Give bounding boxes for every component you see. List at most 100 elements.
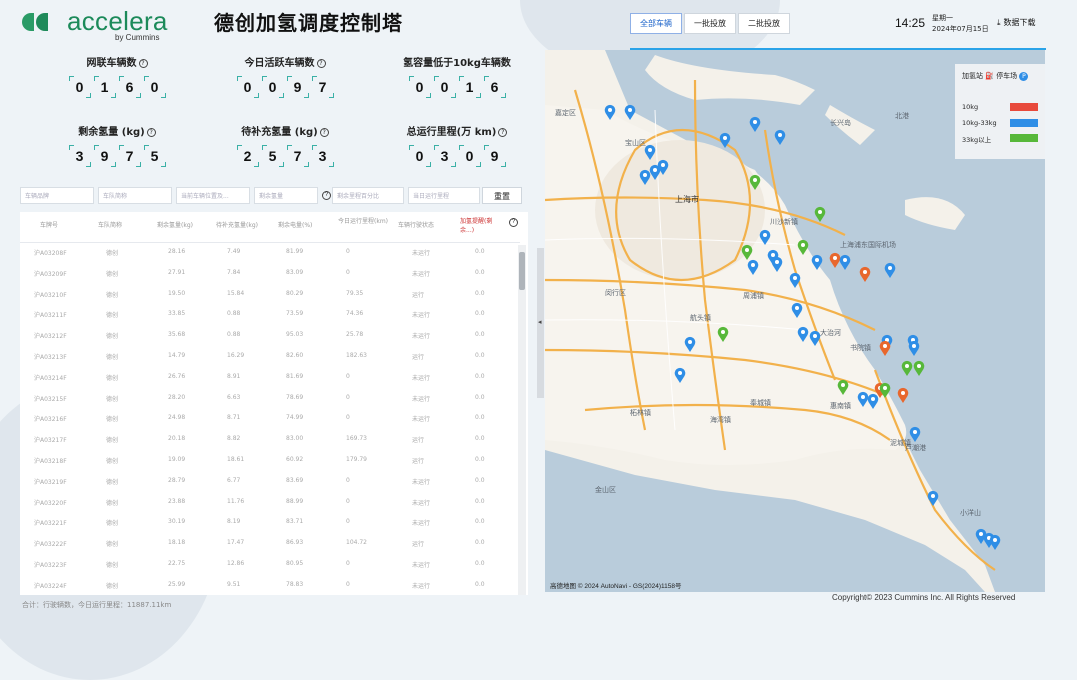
table-scroll-track[interactable]	[518, 245, 526, 595]
table-header: 车牌号 车队简称 剩余氢量(kg) 待补充氢量(kg) 剩余电量(%) 今日运行…	[20, 212, 520, 243]
table-row[interactable]: 沪A03223F 德创 22.75 12.86 80.95 0 未运行 0.0	[20, 555, 520, 576]
info-icon[interactable]: ?	[138, 58, 148, 68]
tab-all-vehicles[interactable]: 全部车辆	[630, 13, 682, 34]
table-cell: 7.84	[227, 268, 241, 276]
table-cell: 未运行	[412, 333, 431, 341]
collapse-arrow-icon[interactable]: ◂	[538, 318, 542, 326]
table-row[interactable]: 沪A03210F 德创 19.50 15.84 80.29 79.35 运行 0.0	[20, 285, 520, 306]
legend-station-label[interactable]: 加氢站	[962, 72, 983, 80]
table-cell: 17.47	[227, 539, 245, 547]
column-header[interactable]: 待补充氢量(kg)	[216, 220, 258, 229]
table-cell: 未运行	[412, 395, 431, 403]
table-row[interactable]: 沪A03215F 德创 28.20 6.63 78.69 0 未运行 0.0	[20, 389, 520, 410]
table-cell: 沪A03219F	[34, 478, 67, 486]
table-cell: 23.88	[168, 497, 186, 505]
digit: 1	[458, 76, 481, 98]
table-cell: 运行	[412, 291, 425, 299]
kpi-digits: 0 0 1 6	[382, 76, 532, 98]
filter-daily-mileage[interactable]: 当日运行里程	[408, 187, 480, 204]
legend-parking-label[interactable]: 停车场	[996, 72, 1017, 80]
table-cell: 0	[346, 414, 350, 422]
column-header[interactable]: 车队简称	[98, 220, 122, 229]
filter-vehicle-location[interactable]: 当前车辆位置及...	[176, 187, 250, 204]
table-cell: 16.29	[227, 351, 245, 359]
table-cell: 74.36	[346, 310, 364, 318]
table-cell: 0	[346, 476, 350, 484]
filter-remaining-mileage-percent[interactable]: 剩余里程百分比	[332, 187, 404, 204]
map-label: 大治河	[820, 328, 841, 337]
filter-fleet-name[interactable]: 车队简称	[98, 187, 172, 204]
table-cell: 0	[346, 268, 350, 276]
table-cell: 18.61	[227, 455, 245, 463]
table-row[interactable]: 沪A03214F 德创 26.76 8.91 81.69 0 未运行 0.0	[20, 368, 520, 389]
column-header[interactable]: 车牌号	[40, 220, 58, 229]
digit: 5	[143, 145, 166, 167]
table-cell: 0.0	[475, 559, 485, 567]
kpi-digits: 0 3 0 9	[382, 145, 532, 167]
kpi-remaining-hydrogen: 剩余氢量 (kg)? 3 9 7 5	[42, 123, 192, 183]
table-row[interactable]: 沪A03224F 德创 25.99 9.51 78.83 0 未运行 0.0	[20, 576, 520, 595]
digit: 1	[93, 76, 116, 98]
tab-first-batch[interactable]: 一批投放	[684, 13, 736, 34]
table-row[interactable]: 沪A03219F 德创 28.79 6.77 83.69 0 未运行 0.0	[20, 472, 520, 493]
table-row[interactable]: 沪A03208F 德创 28.16 7.49 81.99 0 未运行 0.0	[20, 243, 520, 264]
kpi-label: 今日活跃车辆数	[244, 58, 315, 69]
table-cell: 0.0	[475, 248, 485, 255]
table-row[interactable]: 沪A03222F 德创 18.18 17.47 86.93 104.72 运行 0.0	[20, 534, 520, 555]
table-row[interactable]: 沪A03218F 德创 19.09 18.61 60.92 179.79 运行 0.0	[20, 451, 520, 472]
table-cell: 未运行	[412, 374, 431, 382]
column-header[interactable]: 今日运行里程(km)	[338, 216, 388, 225]
table-cell: 0	[346, 248, 350, 255]
info-icon[interactable]: ?	[319, 127, 329, 137]
column-header[interactable]: 加氢提醒(剩余...)	[460, 216, 506, 234]
column-header[interactable]: 剩余氢量(kg)	[157, 220, 193, 229]
column-header[interactable]: 剩余电量(%)	[278, 220, 312, 229]
table-cell: 28.16	[168, 248, 186, 255]
digit: 3	[433, 145, 456, 167]
vehicle-table: 车牌号 车队简称 剩余氢量(kg) 待补充氢量(kg) 剩余电量(%) 今日运行…	[20, 212, 528, 595]
digit: 5	[261, 145, 284, 167]
table-row[interactable]: 沪A03221F 德创 30.19 8.19 83.71 0 未运行 0.0	[20, 513, 520, 534]
legend-toggles: 加氢站 ⛽ 停车场 P	[962, 71, 1029, 81]
filter-vehicle-brand[interactable]: 车辆品牌	[20, 187, 94, 204]
table-row[interactable]: 沪A03217F 德创 20.18 8.82 83.00 169.73 运行 0.0	[20, 430, 520, 451]
table-cell: 0.0	[475, 518, 485, 526]
table-cell: 179.79	[346, 455, 367, 463]
kpi-digits: 2 5 7 3	[210, 145, 360, 167]
column-header[interactable]: 车辆行驶状态	[398, 220, 434, 229]
accelera-logo: accelera by Cummins	[20, 6, 185, 42]
clock-time: 14:25	[895, 16, 926, 30]
table-cell: 74.99	[286, 414, 304, 422]
table-row[interactable]: 沪A03212F 德创 35.68 0.88 95.03 25.78 未运行 0.0	[20, 326, 520, 347]
legend-row-mid: 10kg-33kg	[962, 119, 997, 127]
table-cell: 79.35	[346, 289, 364, 297]
table-cell: 沪A03223F	[34, 561, 67, 569]
table-cell: 20.18	[168, 435, 186, 443]
download-label: 数据下载	[1003, 18, 1036, 27]
table-row[interactable]: 沪A03213F 德创 14.79 16.29 82.60 182.63 运行 0.0	[20, 347, 520, 368]
table-cell: 未运行	[412, 312, 431, 320]
table-cell: 德创	[106, 478, 119, 486]
info-icon[interactable]: ?	[322, 191, 331, 200]
station-icon: ⛽	[985, 72, 994, 80]
table-cell: 8.82	[227, 435, 241, 443]
map-label: 北港	[895, 111, 909, 120]
info-icon[interactable]: ?	[509, 218, 518, 227]
table-row[interactable]: 沪A03211F 德创 33.85 0.88 73.59 74.36 未运行 0.0	[20, 305, 520, 326]
download-button[interactable]: ⤓ 数据下载	[997, 17, 1036, 28]
map-label: 惠南镇	[830, 401, 851, 410]
info-icon[interactable]: ?	[316, 58, 326, 68]
table-row[interactable]: 沪A03209F 德创 27.91 7.84 83.09 0 未运行 0.0	[20, 264, 520, 285]
filter-remaining-hydrogen[interactable]: 剩余氢量	[254, 187, 318, 204]
table-cell: 沪A03224F	[34, 582, 67, 590]
table-scrollbar-thumb[interactable]	[519, 252, 525, 290]
digit: 0	[433, 76, 456, 98]
reset-button[interactable]: 重置	[482, 187, 522, 204]
tab-second-batch[interactable]: 二批投放	[738, 13, 790, 34]
table-row[interactable]: 沪A03220F 德创 23.88 11.76 88.99 0 未运行 0.0	[20, 493, 520, 514]
info-icon[interactable]: ?	[498, 127, 508, 137]
table-cell: 73.59	[286, 310, 304, 318]
table-cell: 18.18	[168, 539, 186, 547]
info-icon[interactable]: ?	[146, 127, 156, 137]
table-row[interactable]: 沪A03216F 德创 24.98 8.71 74.99 0 未运行 0.0	[20, 409, 520, 430]
